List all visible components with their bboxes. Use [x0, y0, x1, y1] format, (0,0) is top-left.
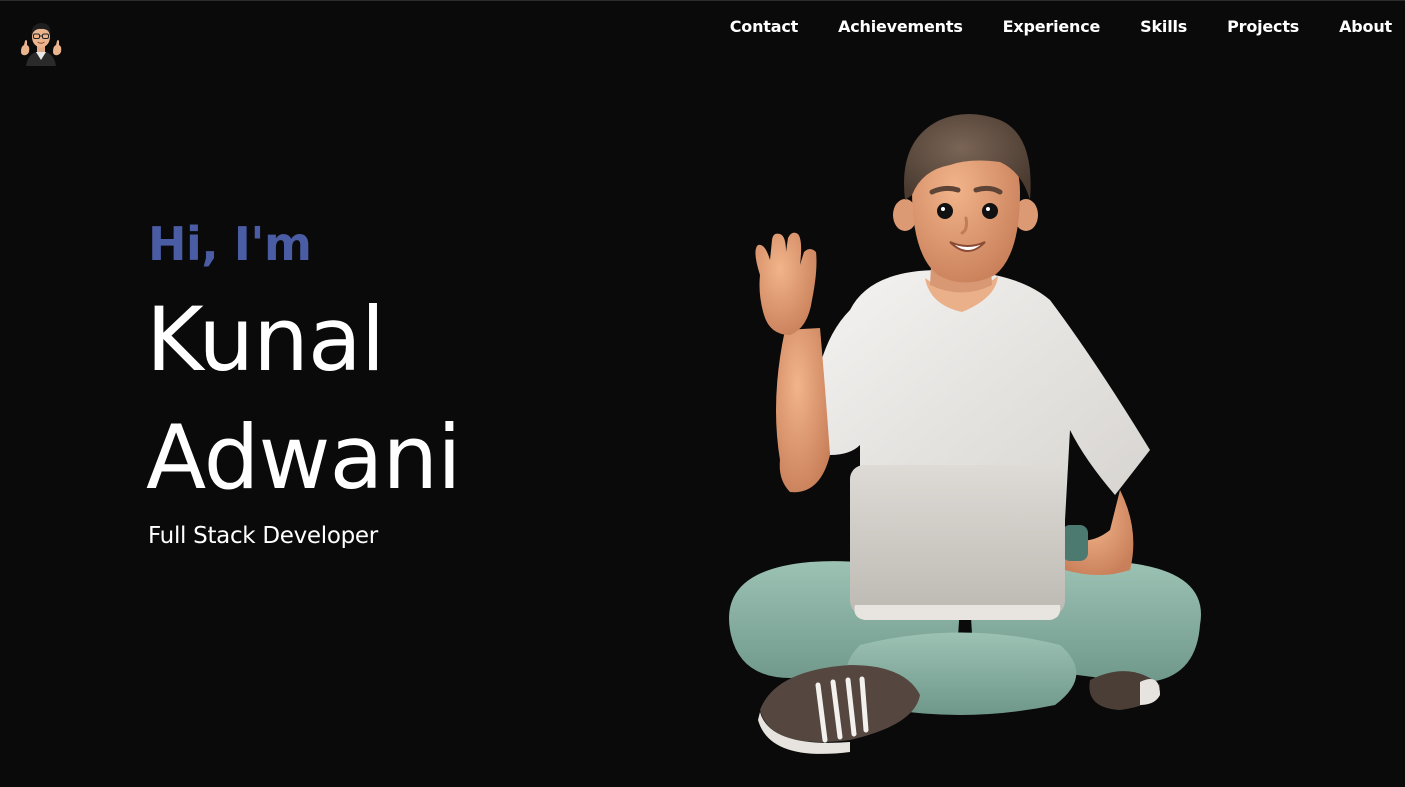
hero-first-name: Kunal	[146, 288, 385, 391]
main-nav: Contact Achievements Experience Skills P…	[690, 17, 1392, 37]
hero-illustration	[700, 100, 1240, 770]
hero-greeting: Hi, I'm	[148, 217, 312, 271]
waving-person-with-laptop-illustration	[729, 114, 1201, 754]
hero-role: Full Stack Developer	[148, 523, 378, 549]
nav-skills[interactable]: Skills	[1140, 17, 1187, 37]
nav-achievements[interactable]: Achievements	[838, 17, 963, 37]
nav-experience[interactable]: Experience	[1003, 17, 1101, 37]
nav-about[interactable]: About	[1339, 17, 1392, 37]
memoji-avatar-icon	[21, 23, 62, 66]
nav-projects[interactable]: Projects	[1227, 17, 1299, 37]
top-border	[0, 0, 1405, 1]
hero-last-name: Adwani	[146, 406, 462, 509]
site-logo[interactable]	[16, 16, 66, 66]
nav-contact[interactable]: Contact	[730, 17, 799, 37]
